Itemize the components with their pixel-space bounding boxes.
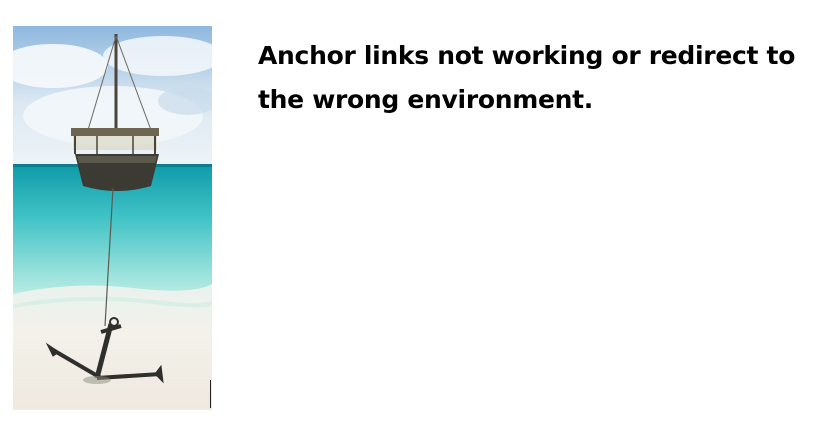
anchor-boat-illustration [13,26,212,410]
text-cursor [210,380,211,408]
anchor-boat-image [13,26,212,410]
headline-text: Anchor links not working or redirect to … [258,41,796,114]
